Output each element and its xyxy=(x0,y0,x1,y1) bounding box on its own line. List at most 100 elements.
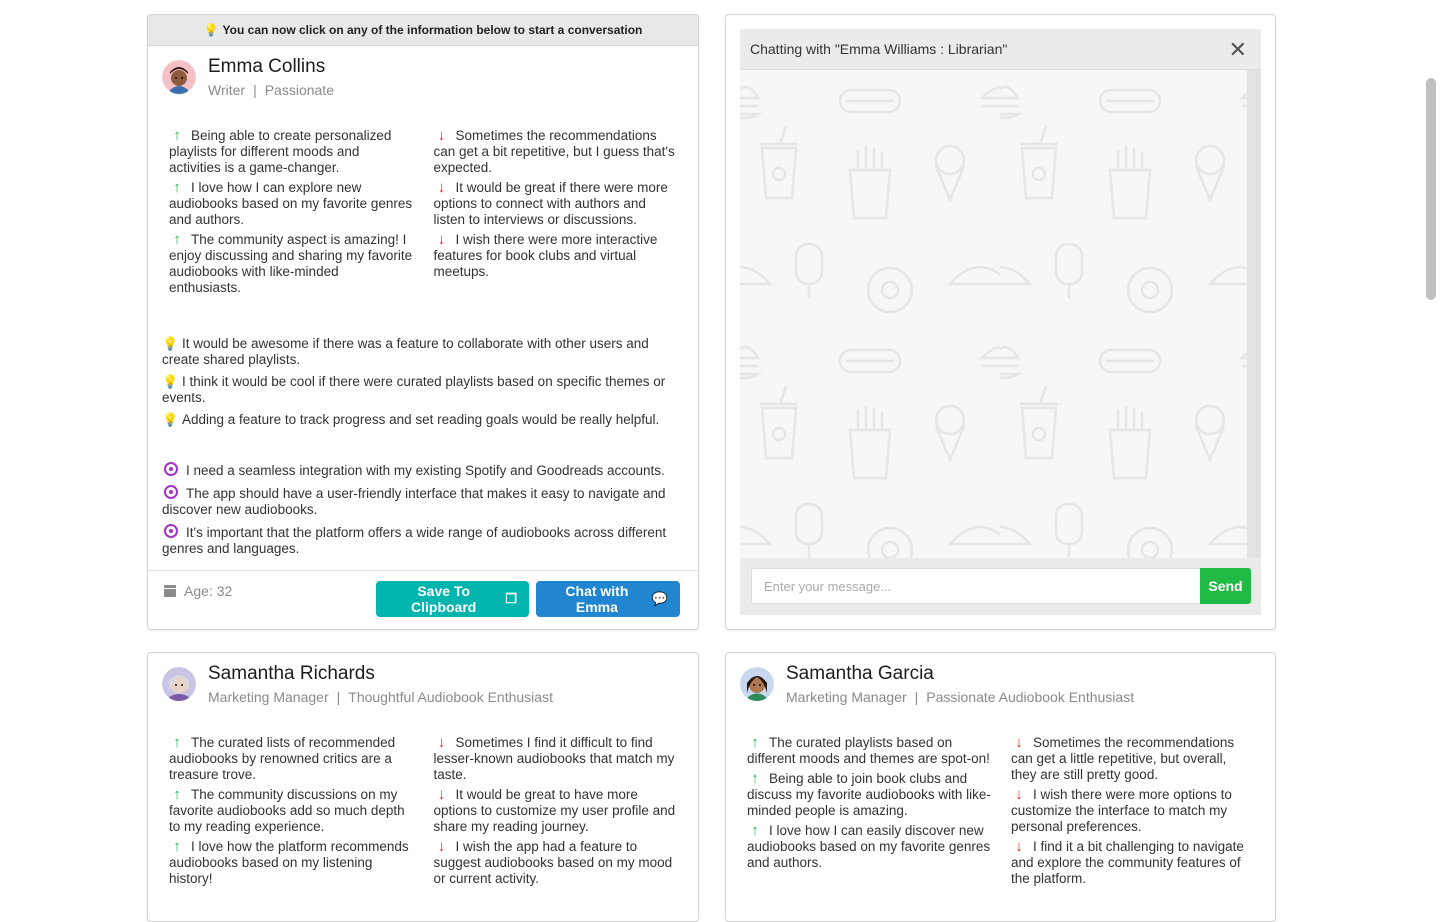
persona-name[interactable]: Samantha Garcia xyxy=(786,663,934,685)
arrow-down-icon: ↓ xyxy=(437,127,446,144)
arrow-down-icon: ↓ xyxy=(437,179,446,196)
avatar[interactable] xyxy=(740,667,774,701)
message-input[interactable] xyxy=(751,568,1200,604)
calendar-icon xyxy=(164,585,176,597)
suggestion-item[interactable]: 💡 I think it would be cool if there were … xyxy=(162,374,678,406)
chat-button[interactable]: Chat with Emma 💬 xyxy=(536,581,680,617)
like-text: I love how I can explore new audiobooks … xyxy=(169,180,413,227)
goal-item[interactable]: It's important that the platform offers … xyxy=(162,524,678,557)
age-text: Age: 32 xyxy=(184,583,233,599)
like-text: The curated lists of recommended audiobo… xyxy=(169,735,396,782)
goal-text: The app should have a user-friendly inte… xyxy=(162,486,666,517)
persona-trait[interactable]: Thoughtful Audiobook Enthusiast xyxy=(348,689,553,705)
avatar[interactable] xyxy=(162,60,196,94)
like-item[interactable]: ↑ The curated lists of recommended audiob… xyxy=(169,735,414,783)
goal-text: I need a seamless integration with my ex… xyxy=(186,463,665,478)
arrow-up-icon: ↑ xyxy=(751,734,759,751)
persona-trait[interactable]: Passionate Audiobook Enthusiast xyxy=(926,689,1134,705)
suggestion-item[interactable]: 💡 It would be awesome if there was a feat… xyxy=(162,336,678,368)
likes-column: ↑ The curated playlists based on differen… xyxy=(747,735,991,891)
dislike-text: I wish there were more interactive featu… xyxy=(433,232,658,279)
like-text: Being able to create personalized playli… xyxy=(169,128,392,175)
like-item[interactable]: ↑ I love how I can easily discover new au… xyxy=(747,823,991,871)
persona-role[interactable]: Marketing Manager xyxy=(208,689,329,705)
avatar[interactable] xyxy=(162,667,196,701)
age-info: Age: 32 xyxy=(164,583,232,599)
dislikes-column: ↓ Sometimes the recommendations can get a… xyxy=(434,128,679,300)
persona-role[interactable]: Writer xyxy=(208,82,245,98)
like-text: The curated playlists based on different… xyxy=(747,735,990,766)
suggestion-item[interactable]: 💡 Adding a feature to track progress and … xyxy=(162,412,678,428)
goal-text: It's important that the platform offers … xyxy=(162,525,667,556)
suggestions-list: 💡 It would be awesome if there was a feat… xyxy=(148,300,698,428)
food-pattern-background xyxy=(740,70,1247,558)
like-text: I love how I can easily discover new aud… xyxy=(747,823,991,870)
dislike-text: I wish the app had a feature to suggest … xyxy=(433,839,673,886)
likes-dislikes: ↑ The curated lists of recommended audiob… xyxy=(148,715,698,891)
chat-title: Chatting with "Emma Williams : Librarian… xyxy=(750,41,1008,57)
goal-item[interactable]: I need a seamless integration with my ex… xyxy=(162,462,678,479)
arrow-down-icon: ↓ xyxy=(437,734,446,751)
persona-card-emma-collins: 💡 You can now click on any of the inform… xyxy=(147,14,699,630)
like-item[interactable]: ↑ The curated playlists based on differen… xyxy=(747,735,991,767)
lightbulb-icon: 💡 xyxy=(162,412,179,427)
arrow-down-icon: ↓ xyxy=(437,231,446,248)
chat-bubble-icon: 💬 xyxy=(651,591,668,606)
page-scrollbar[interactable] xyxy=(1426,78,1436,300)
likes-column: ↑ The curated lists of recommended audiob… xyxy=(169,735,414,891)
dislike-item[interactable]: ↓ It would be great if there were more op… xyxy=(434,180,679,228)
like-item[interactable]: ↑ The community discussions on my favorit… xyxy=(169,787,414,835)
send-button[interactable]: Send xyxy=(1200,568,1251,604)
dislike-text: Sometimes the recommendations can get a … xyxy=(1011,735,1235,782)
dislike-item[interactable]: ↓ Sometimes the recommendations can get a… xyxy=(434,128,679,176)
notice-text: You can now click on any of the informat… xyxy=(222,23,643,37)
persona-trait[interactable]: Passionate xyxy=(265,82,334,98)
likes-dislikes: ↑ The curated playlists based on differen… xyxy=(726,715,1275,891)
chat-messages-area[interactable] xyxy=(740,70,1247,558)
persona-meta: Marketing Manager | Passionate Audiobook E… xyxy=(786,689,1134,705)
dislike-item[interactable]: ↓ Sometimes I find it difficult to find l… xyxy=(434,735,679,783)
like-item[interactable]: ↑ I love how I can explore new audiobooks… xyxy=(169,180,414,228)
dislike-item[interactable]: ↓ Sometimes the recommendations can get a… xyxy=(1011,735,1255,783)
save-to-clipboard-label: Save To Clipboard xyxy=(411,583,477,615)
persona-name[interactable]: Emma Collins xyxy=(208,56,325,78)
like-text: I love how the platform recommends audio… xyxy=(169,839,409,886)
dislikes-column: ↓ Sometimes the recommendations can get a… xyxy=(1011,735,1255,891)
arrow-up-icon: ↑ xyxy=(173,734,181,751)
dislike-text: Sometimes the recommendations can get a … xyxy=(433,128,675,175)
arrow-down-icon: ↓ xyxy=(1015,838,1023,855)
goals-list: I need a seamless integration with my ex… xyxy=(148,432,698,557)
lightbulb-icon: 💡 xyxy=(162,336,179,351)
dislike-item[interactable]: ↓ It would be great to have more options … xyxy=(434,787,679,835)
dislike-text: It would be great if there were more opt… xyxy=(433,180,668,227)
close-icon[interactable]: ✕ xyxy=(1229,37,1247,63)
like-text: The community discussions on my favorite… xyxy=(169,787,405,834)
like-item[interactable]: ↑ The community aspect is amazing! I enjo… xyxy=(169,232,414,296)
divider: | xyxy=(914,689,919,705)
card-footer: Age: 32 Save To Clipboard ❐ Chat with Emm… xyxy=(148,570,698,629)
like-item[interactable]: ↑ Being able to join book clubs and discu… xyxy=(747,771,991,819)
like-item[interactable]: ↑ Being able to create personalized playl… xyxy=(169,128,414,176)
divider: | xyxy=(336,689,341,705)
persona-meta: Marketing Manager | Thoughtful Audiobook E… xyxy=(208,689,553,705)
dislike-item[interactable]: ↓ I find it a bit challenging to navigate… xyxy=(1011,839,1255,887)
chat-scrollbar[interactable] xyxy=(1247,70,1261,558)
dislike-item[interactable]: ↓ I wish there were more interactive feat… xyxy=(434,232,679,280)
save-to-clipboard-button[interactable]: Save To Clipboard ❐ xyxy=(376,581,529,617)
goal-item[interactable]: The app should have a user-friendly inte… xyxy=(162,485,678,518)
dislike-text: I find it a bit challenging to navigate … xyxy=(1011,839,1244,886)
likes-dislikes: ↑ Being able to create personalized playl… xyxy=(148,108,698,300)
persona-name[interactable]: Samantha Richards xyxy=(208,663,375,685)
target-icon xyxy=(164,524,178,538)
target-icon xyxy=(164,485,178,499)
chat-panel: Chatting with "Emma Williams : Librarian… xyxy=(725,14,1276,630)
divider: | xyxy=(253,82,257,98)
persona-role[interactable]: Marketing Manager xyxy=(786,689,907,705)
dislike-item[interactable]: ↓ I wish there were more options to custo… xyxy=(1011,787,1255,835)
chat-header: Chatting with "Emma Williams : Librarian… xyxy=(740,29,1261,70)
dislike-item[interactable]: ↓ I wish the app had a feature to suggest… xyxy=(434,839,679,887)
conversation-notice: 💡 You can now click on any of the inform… xyxy=(148,15,698,46)
likes-column: ↑ Being able to create personalized playl… xyxy=(169,128,414,300)
like-item[interactable]: ↑ I love how the platform recommends audi… xyxy=(169,839,414,887)
like-text: The community aspect is amazing! I enjoy… xyxy=(169,232,413,295)
